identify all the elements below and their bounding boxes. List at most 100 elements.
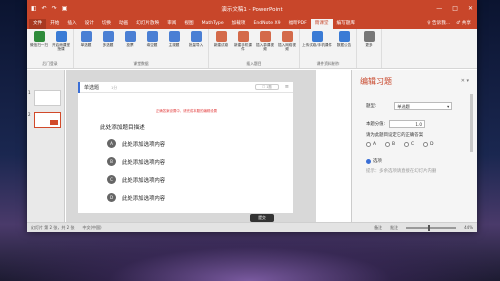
- option-letter: C: [107, 175, 116, 184]
- tell-me-search[interactable]: ♀ 告诉我...: [427, 19, 450, 29]
- comments-button[interactable]: 批注: [390, 225, 398, 231]
- menu-icon[interactable]: ≡: [285, 84, 289, 90]
- paper-icon: [215, 31, 227, 42]
- tab-rain-classroom[interactable]: 雨课堂: [310, 19, 333, 29]
- close-icon[interactable]: ✕: [468, 5, 473, 12]
- slide-thumbnail-2[interactable]: [34, 112, 61, 128]
- new-paper-button[interactable]: 新建试卷: [211, 31, 231, 60]
- panel-title: 编辑习题: [360, 77, 392, 86]
- vote-icon: [124, 31, 136, 42]
- option-d[interactable]: D 此处添加选项内容: [107, 193, 165, 202]
- ribbon-group-more: 更多: [357, 29, 382, 68]
- tab-insert[interactable]: 插入: [63, 19, 80, 29]
- option-a[interactable]: A 此处添加选项内容: [107, 139, 165, 148]
- zoom-slider[interactable]: [406, 224, 457, 231]
- radio-icon: [404, 142, 410, 147]
- panel-scrollbar[interactable]: [470, 94, 473, 152]
- tab-animations[interactable]: 动画: [115, 19, 132, 29]
- score-stepper[interactable]: 1.0: [389, 120, 426, 128]
- ribbon-group-courseware: 上传试卷/手机课件 数据公告 课件资料制作: [300, 29, 357, 68]
- batch-import-button[interactable]: 批量导入: [186, 31, 206, 60]
- more-button[interactable]: 更多: [359, 31, 379, 60]
- type-select[interactable]: 单选题 ▾: [394, 102, 453, 110]
- status-bar: 幻灯片 第 2 张，共 2 张 中文(中国) 备注 批注 44%: [27, 222, 477, 232]
- ribbon: 微信扫一扫 开启雨课堂授课 后门登录 单选题 多选题 投票 填空题 主观题 批量…: [27, 29, 477, 69]
- tab-home[interactable]: 开始: [46, 19, 63, 29]
- web-video-icon: [281, 31, 293, 42]
- tab-slideshow[interactable]: 幻灯片放映: [132, 19, 163, 29]
- question-type: 单选题: [84, 85, 100, 91]
- video-icon: [259, 31, 271, 42]
- new-mobile-deck-button[interactable]: 新建手机课件: [233, 31, 253, 60]
- option-text: 此处添加选项内容: [122, 195, 166, 202]
- tab-endnote[interactable]: EndNote X9: [249, 19, 284, 29]
- option-letter: B: [107, 157, 116, 166]
- accent-bar: [78, 82, 80, 93]
- ribbon-group-class-data: 单选题 多选题 投票 填空题 主观题 批量导入 课堂数据: [74, 29, 209, 68]
- question-count-box[interactable]: ☐ 1题: [255, 84, 279, 90]
- start-class-button[interactable]: 开启雨课堂授课: [51, 31, 71, 60]
- group-label: 插入题目: [246, 61, 262, 66]
- insert-mooc-button[interactable]: 插入慕课视频: [255, 31, 275, 60]
- type-row: 题型: 单选题 ▾: [366, 102, 453, 110]
- option-text: 此处添加选项内容: [122, 141, 166, 148]
- tab-question-bank[interactable]: 编写题库: [333, 19, 359, 29]
- option-letter: A: [107, 139, 116, 148]
- answer-radio-c[interactable]: C: [404, 142, 414, 147]
- notes-button[interactable]: 备注: [374, 225, 382, 231]
- radio-icon: [366, 142, 371, 147]
- tab-addins[interactable]: 加载项: [228, 19, 250, 29]
- slide-thumbnail-1[interactable]: [34, 90, 61, 106]
- tab-transitions[interactable]: 切换: [98, 19, 115, 29]
- notice-icon: [338, 31, 350, 42]
- score-label: 本题分值:: [366, 122, 386, 127]
- answer-radio-group: A B C D: [366, 142, 439, 147]
- window-title: 演示文稿1 - PowerPoint: [221, 6, 283, 13]
- data-notice-button[interactable]: 数据公告: [334, 31, 354, 60]
- phone-icon: [237, 31, 249, 42]
- group-label: 后门登录: [42, 61, 58, 66]
- submit-button[interactable]: 提交: [250, 214, 274, 222]
- tab-design[interactable]: 设计: [81, 19, 98, 29]
- subjective-button[interactable]: 主观题: [164, 31, 184, 60]
- question-stem[interactable]: 此处添加题目描述: [100, 123, 145, 131]
- slide-canvas-area: 单选题 1分 ☐ 1题 ≡ 正确答案设置中，请完成本题的编辑设置 此处添加题目描…: [66, 70, 316, 222]
- tab-file[interactable]: 文件: [29, 19, 47, 29]
- tab-view[interactable]: 视图: [180, 19, 197, 29]
- zoom-level[interactable]: 44%: [464, 225, 473, 230]
- wechat-scan-button[interactable]: 微信扫一扫: [29, 31, 49, 60]
- more-icon: [363, 31, 375, 42]
- answer-radio-a[interactable]: A: [366, 142, 376, 147]
- slide[interactable]: 单选题 1分 ☐ 1题 ≡ 正确答案设置中，请完成本题的编辑设置 此处添加题目描…: [78, 82, 293, 222]
- option-letter: D: [107, 193, 116, 202]
- single-choice-button[interactable]: 单选题: [76, 31, 96, 60]
- zoom-thumb[interactable]: [428, 224, 431, 231]
- tab-mathtype[interactable]: MathType: [198, 19, 228, 29]
- language-indicator[interactable]: 中文(中国): [82, 225, 101, 231]
- quiz-badge-icon: [50, 120, 58, 125]
- option-c[interactable]: C 此处添加选项内容: [107, 175, 165, 184]
- single-choice-icon: [80, 31, 92, 42]
- question-header: 单选题 1分 ☐ 1题 ≡: [78, 82, 293, 93]
- vote-button[interactable]: 投票: [120, 31, 140, 60]
- option-radio[interactable]: 选项: [366, 158, 382, 164]
- tab-review[interactable]: 审阅: [163, 19, 180, 29]
- title-bar: ◧ ↶ ↷ ▣ 演示文稿1 - PowerPoint — □ ✕: [27, 0, 477, 17]
- upload-icon: [311, 31, 323, 42]
- minimize-icon[interactable]: —: [436, 5, 442, 12]
- share-button[interactable]: ♂ 共享: [456, 19, 471, 29]
- close-icon[interactable]: ✕ ▾: [461, 78, 469, 84]
- multi-choice-button[interactable]: 多选题: [98, 31, 118, 60]
- fill-blank-button[interactable]: 填空题: [142, 31, 162, 60]
- insert-web-video-button[interactable]: 插入网络视频: [277, 31, 297, 60]
- broadcast-icon: [55, 31, 67, 42]
- answer-radio-b[interactable]: B: [385, 142, 395, 147]
- tab-foxit-pdf[interactable]: 福昕PDF: [285, 19, 311, 29]
- maximize-icon[interactable]: □: [452, 5, 458, 12]
- ribbon-group-insert: 新建试卷 新建手机课件 插入慕课视频 插入网络视频 插入题目: [209, 29, 300, 68]
- upload-button[interactable]: 上传试卷/手机课件: [302, 31, 332, 60]
- answer-radio-d[interactable]: D: [423, 142, 434, 147]
- slide-thumbnail-pane: 1 2: [27, 70, 65, 222]
- option-b[interactable]: B 此处添加选项内容: [107, 157, 165, 166]
- option-section: 选项: [366, 158, 387, 164]
